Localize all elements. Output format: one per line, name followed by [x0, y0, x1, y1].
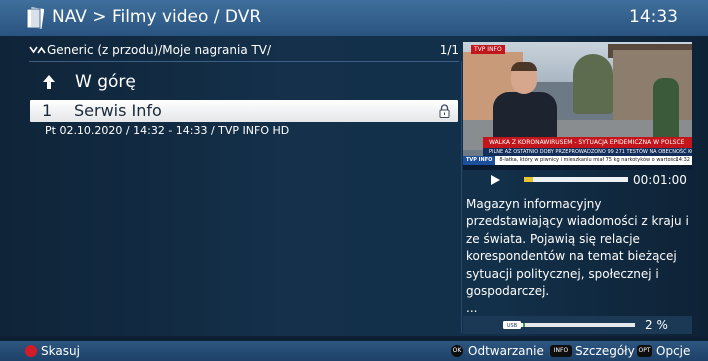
chevron-up-down-icon[interactable]: [29, 45, 46, 55]
play-icon[interactable]: [491, 175, 500, 185]
ticker-text: 8-latka, który w piwnicy i mieszkaniu mi…: [499, 157, 678, 163]
channel-logo: TVP INFO: [463, 156, 496, 165]
news-subticker: PILNE AŻ OSTATNIO DOBY PRZEPROWADZONO 99…: [483, 148, 692, 156]
svg-text:USB: USB: [507, 323, 518, 329]
news-banner: WALKA Z KORONAWIRUSEM - SYTUACJA EPIDEMI…: [483, 137, 692, 148]
red-key-icon[interactable]: [25, 345, 37, 357]
function-key-bar: Skasuj OK Odtwarzanie INFO Szczegóły OPT…: [0, 341, 708, 361]
folder-path: Generic (z przodu)/Moje nagrania TV/: [47, 43, 272, 57]
delete-button-label[interactable]: Skasuj: [41, 341, 80, 361]
news-ticker: TVP INFO 8-latka, który w piwnicy i miesz…: [463, 156, 692, 165]
recording-item[interactable]: 1 Serwis Info: [30, 100, 458, 122]
playback-bar: 00:01:00: [463, 172, 692, 188]
playback-progress[interactable]: [524, 177, 628, 182]
storage-usage-bar: [523, 323, 635, 327]
recording-description: Magazyn informacyjny przedstawiający wia…: [466, 196, 692, 318]
clock: 14:33: [629, 7, 678, 27]
channel-tag: TVP INFO: [471, 45, 505, 54]
details-button-label[interactable]: Szczegóły: [575, 341, 635, 361]
ticker-time: 14:32: [675, 157, 690, 163]
video-preview: TVP INFO WALKA Z KORONAWIRUSEM - SYTUACJ…: [463, 42, 692, 170]
list-divider: [29, 61, 459, 62]
recording-details: Pt 02.10.2020 / 14:32 - 14:33 / TVP INFO…: [45, 124, 290, 137]
storage-usage-fill: [523, 323, 526, 327]
breadcrumb: Generic (z przodu)/Moje nagrania TV/ 1/1: [29, 40, 459, 60]
usb-icon: USB: [503, 321, 523, 329]
ok-key-icon[interactable]: OK: [451, 345, 463, 357]
panel-divider: [461, 61, 462, 333]
page-indicator: 1/1: [439, 43, 459, 57]
folder-up-label: W górę: [75, 72, 136, 92]
folder-icon: [26, 7, 44, 29]
info-key-icon[interactable]: INFO: [550, 345, 572, 357]
arrow-up-icon: [43, 75, 55, 89]
playback-progress-fill: [524, 177, 534, 182]
storage-usage-label: 2 %: [645, 318, 668, 332]
storage-indicator: USB 2 %: [463, 316, 692, 334]
title-bar: NAV > Filmy video / DVR 14:33: [0, 0, 708, 36]
folder-up-item[interactable]: W górę: [29, 70, 459, 94]
play-button-label[interactable]: Odtwarzanie: [468, 341, 544, 361]
page-title: NAV > Filmy video / DVR: [52, 7, 262, 27]
recording-title: Serwis Info: [74, 101, 162, 120]
playback-time: 00:01:00: [633, 173, 687, 187]
options-button-label[interactable]: Opcje: [656, 341, 690, 361]
description-text: Magazyn informacyjny przedstawiający wia…: [466, 197, 689, 316]
lock-icon: [439, 104, 450, 118]
recording-number: 1: [42, 101, 53, 120]
opt-key-icon[interactable]: OPT: [637, 345, 652, 357]
